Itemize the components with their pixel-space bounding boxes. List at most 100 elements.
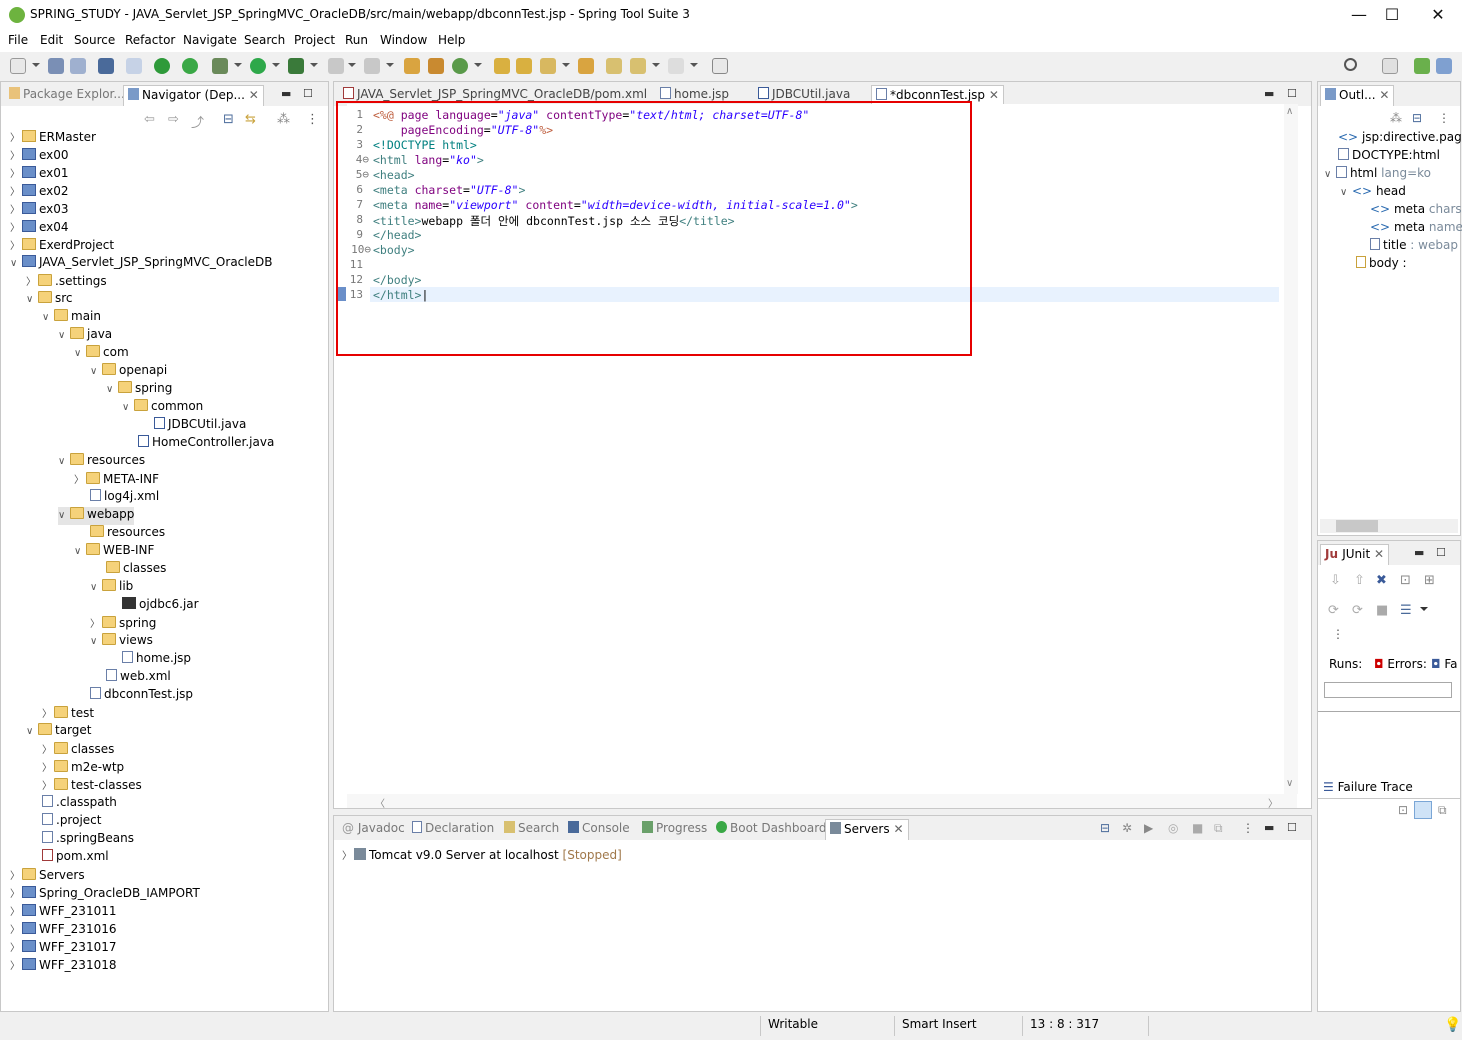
open-folder-icon[interactable] xyxy=(578,58,594,74)
save-icon[interactable] xyxy=(48,58,64,74)
tab-junit[interactable]: Ju JUnit ✕ xyxy=(1320,544,1390,565)
tree-item[interactable]: web.xml xyxy=(106,669,171,687)
external-tools-icon[interactable] xyxy=(288,58,304,74)
tab-progress[interactable]: Progress xyxy=(638,819,711,840)
outline-item[interactable]: DOCTYPE:html xyxy=(1338,148,1440,166)
terminal-icon[interactable] xyxy=(98,58,114,74)
tree-item[interactable]: ∨ lib xyxy=(90,579,133,597)
tree-item[interactable]: ∨ main xyxy=(42,309,101,327)
copy-trace-icon[interactable]: ⧉ xyxy=(1438,803,1447,818)
tree-item[interactable]: .project xyxy=(42,813,101,831)
menu-search[interactable]: Search xyxy=(244,33,285,47)
minimize-icon[interactable]: ▬ xyxy=(281,87,291,100)
chevron-down-icon[interactable]: ∨ xyxy=(74,546,86,557)
menu-source[interactable]: Source xyxy=(74,33,115,47)
minimize-button[interactable]: — xyxy=(1348,4,1370,26)
compare-icon[interactable]: ⊡ xyxy=(1398,803,1408,817)
server-item[interactable]: 〉 Tomcat v9.0 Server at localhost [Stoppe… xyxy=(342,847,622,865)
outline-item[interactable]: title : webap xyxy=(1370,238,1458,256)
maximize-icon[interactable]: ☐ xyxy=(1287,87,1297,100)
tree-item[interactable]: ∨ JAVA_Servlet_JSP_SpringMVC_OracleDB xyxy=(10,255,272,273)
chevron-right-icon[interactable]: 〉 xyxy=(10,201,22,216)
menu-project[interactable]: Project xyxy=(294,33,335,47)
tree-item[interactable]: ∨ spring xyxy=(106,381,172,399)
view-menu-icon[interactable]: ⋮ xyxy=(1332,627,1344,641)
chevron-down-icon[interactable] xyxy=(474,63,482,67)
tree-item[interactable]: ∨ openapi xyxy=(90,363,167,381)
tree-item[interactable]: 〉 spring xyxy=(90,615,156,633)
chevron-down-icon[interactable]: ∨ xyxy=(42,312,54,323)
chevron-down-icon[interactable]: ∨ xyxy=(90,366,102,377)
scroll-right-icon[interactable]: 〉 xyxy=(1268,795,1278,810)
close-icon[interactable]: ✕ xyxy=(249,88,259,102)
collapse-all-icon[interactable]: ⊟ xyxy=(1100,821,1110,835)
forward-icon[interactable] xyxy=(668,58,684,74)
save-all-icon[interactable] xyxy=(70,58,86,74)
tree-item[interactable]: 〉 test-classes xyxy=(42,777,142,795)
tree-item[interactable]: 〉 .settings xyxy=(26,273,107,291)
filter-icon[interactable]: ⁂ xyxy=(277,112,290,127)
chevron-down-icon[interactable]: ∨ xyxy=(122,402,134,413)
tree-item[interactable]: 〉 classes xyxy=(42,741,114,759)
new-package-icon[interactable] xyxy=(428,58,444,74)
horizontal-scrollbar[interactable] xyxy=(1320,519,1458,533)
vertical-scrollbar[interactable] xyxy=(1284,104,1298,794)
tree-item[interactable]: classes xyxy=(106,561,166,579)
tree-item[interactable]: 〉 ex02 xyxy=(10,183,69,201)
scroll-up-icon[interactable]: ∧ xyxy=(1286,106,1293,117)
tree-item[interactable]: 〉 META-INF xyxy=(74,471,159,489)
maximize-icon[interactable]: ☐ xyxy=(1287,821,1297,834)
publish-icon[interactable]: ⧉ xyxy=(1214,821,1223,836)
outline-item[interactable]: <> meta charse xyxy=(1370,202,1462,220)
tree-item[interactable]: ∨ views xyxy=(90,633,153,651)
chevron-right-icon[interactable]: 〉 xyxy=(42,705,54,720)
skip-breakpoints-icon[interactable] xyxy=(126,58,142,74)
chevron-right-icon[interactable]: 〉 xyxy=(90,615,102,630)
history-icon[interactable]: ☰ xyxy=(1400,603,1412,618)
chevron-down-icon[interactable] xyxy=(234,63,242,67)
tree-item[interactable]: 〉 WFF_231016 xyxy=(10,921,116,939)
chevron-right-icon[interactable]: 〉 xyxy=(342,847,354,862)
menu-help[interactable]: Help xyxy=(438,33,465,47)
chevron-right-icon[interactable]: 〉 xyxy=(10,939,22,954)
chevron-down-icon[interactable] xyxy=(348,63,356,67)
outline-item[interactable]: body : xyxy=(1356,256,1407,274)
tree-item[interactable]: JDBCUtil.java xyxy=(154,417,246,435)
scrollbar-thumb[interactable] xyxy=(1336,520,1378,532)
chevron-right-icon[interactable]: 〉 xyxy=(10,165,22,180)
rerun-icon[interactable]: ⟳ xyxy=(1328,603,1339,618)
view-menu-icon[interactable]: ⋮ xyxy=(1242,821,1254,835)
tree-item[interactable]: log4j.xml xyxy=(90,489,159,507)
tree-item[interactable]: 〉 ERMaster xyxy=(10,129,96,147)
chevron-down-icon[interactable]: ∨ xyxy=(58,456,70,467)
tree-item[interactable]: HomeController.java xyxy=(138,435,274,453)
chevron-down-icon[interactable]: ∨ xyxy=(58,510,70,521)
chevron-right-icon[interactable]: 〉 xyxy=(10,129,22,144)
chevron-down-icon[interactable] xyxy=(272,63,280,67)
tree-item[interactable]: 〉 ex04 xyxy=(10,219,69,237)
stop-server-icon[interactable]: ■ xyxy=(1192,821,1203,835)
chevron-down-icon[interactable]: ∨ xyxy=(1324,169,1336,180)
tree-item[interactable]: 〉 test xyxy=(42,705,94,723)
tree-item[interactable]: .springBeans xyxy=(42,831,134,849)
debug-server-icon[interactable]: ✲ xyxy=(1122,821,1132,835)
chevron-right-icon[interactable]: 〉 xyxy=(10,921,22,936)
close-icon[interactable]: ✕ xyxy=(989,88,999,102)
tree-item[interactable]: ojdbc6.jar xyxy=(122,597,199,615)
tab-javadoc[interactable]: @ Javadoc xyxy=(338,819,409,840)
filter-icon[interactable]: ⁂ xyxy=(1390,111,1402,125)
minimize-icon[interactable]: ▬ xyxy=(1264,87,1274,100)
spring-perspective-icon[interactable] xyxy=(1414,58,1430,74)
chevron-right-icon[interactable]: 〉 xyxy=(10,903,22,918)
close-icon[interactable]: ✕ xyxy=(893,822,903,836)
tree-item[interactable]: 〉 ExerdProject xyxy=(10,237,114,255)
tree-item[interactable]: 〉 ex03 xyxy=(10,201,69,219)
chevron-right-icon[interactable]: 〉 xyxy=(42,759,54,774)
open-perspective-icon[interactable] xyxy=(1382,58,1398,74)
chevron-down-icon[interactable]: ∨ xyxy=(90,582,102,593)
tab-outline[interactable]: Outl... ✕ xyxy=(1320,85,1395,106)
scroll-left-icon[interactable]: 〈 xyxy=(375,795,385,810)
chevron-down-icon[interactable]: ∨ xyxy=(90,636,102,647)
tree-item[interactable]: ∨ resources xyxy=(58,453,145,471)
tab-servers[interactable]: Servers ✕ xyxy=(825,819,909,840)
